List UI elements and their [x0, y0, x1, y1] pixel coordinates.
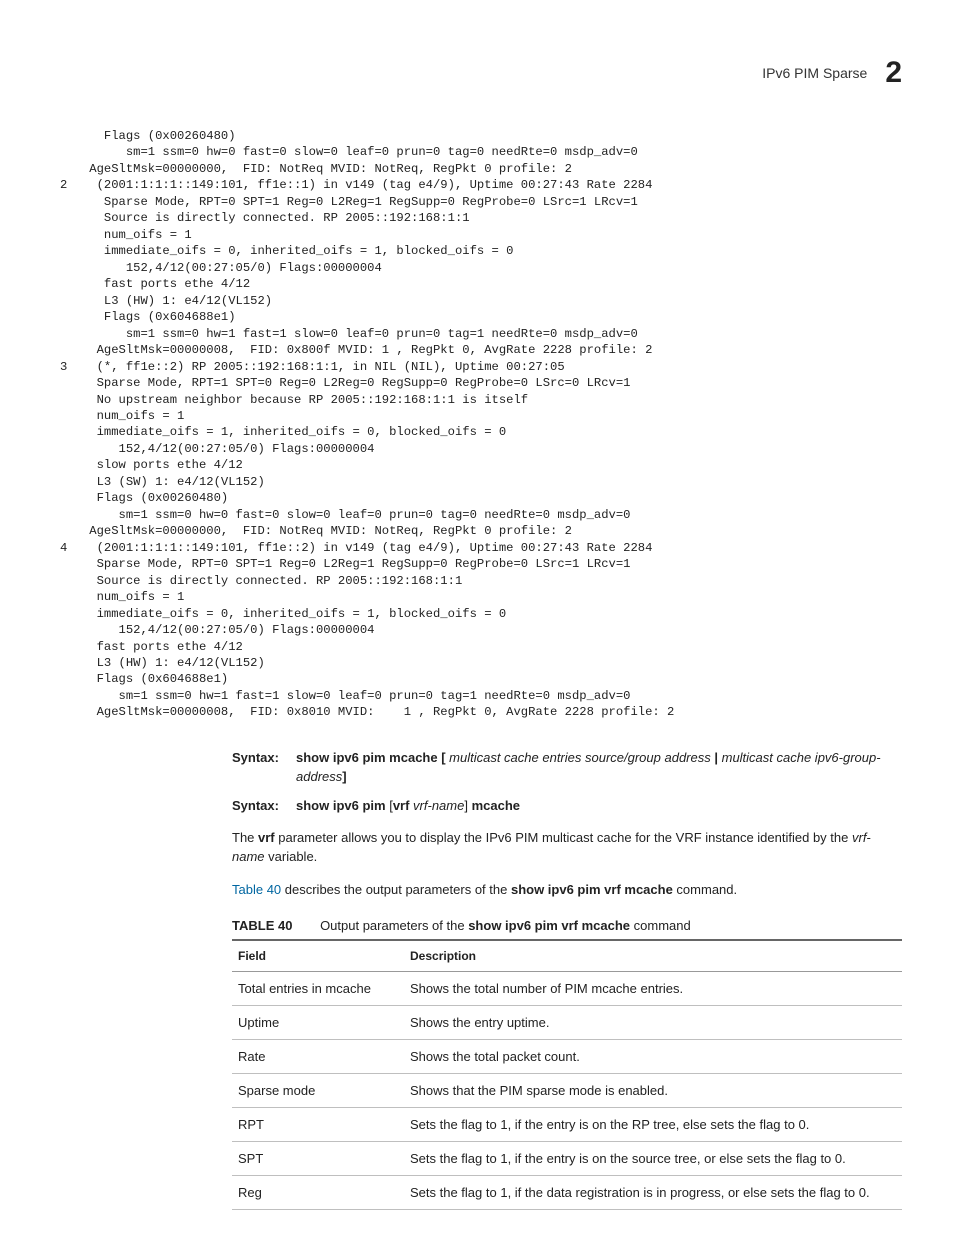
- syntax-sep: |: [711, 750, 722, 765]
- table-ref-link[interactable]: Table 40: [232, 882, 281, 897]
- table-row: Reg Sets the flag to 1, if the data regi…: [232, 1175, 902, 1209]
- syntax-label: Syntax:: [232, 749, 292, 787]
- col-field: Field: [232, 940, 404, 972]
- cell-field: RPT: [232, 1107, 404, 1141]
- cli-output: Flags (0x00260480) sm=1 ssm=0 hw=0 fast=…: [60, 128, 902, 721]
- cell-desc: Sets the flag to 1, if the entry is on t…: [404, 1141, 902, 1175]
- body-content: Syntax: show ipv6 pim mcache [ multicast…: [232, 749, 902, 1210]
- table-label: TABLE 40: [232, 918, 292, 933]
- syntax-line-1: Syntax: show ipv6 pim mcache [ multicast…: [232, 749, 902, 787]
- syntax-arg: multicast cache entries source/group add…: [449, 750, 711, 765]
- chapter-number: 2: [885, 56, 902, 90]
- syntax-cmd: show ipv6 pim mcache [: [296, 750, 449, 765]
- cell-desc: Shows the entry uptime.: [404, 1005, 902, 1039]
- text: describes the output parameters of the: [281, 882, 511, 897]
- table-row: RPT Sets the flag to 1, if the entry is …: [232, 1107, 902, 1141]
- syntax-cmd-post: mcache: [472, 798, 520, 813]
- cell-field: Total entries in mcache: [232, 971, 404, 1005]
- table-row: Sparse mode Shows that the PIM sparse mo…: [232, 1073, 902, 1107]
- syntax-cmd-post: ]: [342, 769, 346, 784]
- cell-field: Rate: [232, 1039, 404, 1073]
- cell-field: Uptime: [232, 1005, 404, 1039]
- cell-desc: Sets the flag to 1, if the data registra…: [404, 1175, 902, 1209]
- text: parameter allows you to display the IPv6…: [275, 830, 852, 845]
- syntax-body: show ipv6 pim [vrf vrf-name] mcache: [292, 797, 902, 816]
- output-params-table: Field Description Total entries in mcach…: [232, 939, 902, 1210]
- syntax-body: show ipv6 pim mcache [ multicast cache e…: [292, 749, 902, 787]
- text: The: [232, 830, 258, 845]
- caption-post: command: [630, 918, 691, 933]
- cell-desc: Shows the total number of PIM mcache ent…: [404, 971, 902, 1005]
- cell-field: SPT: [232, 1141, 404, 1175]
- caption-pre: Output parameters of the: [320, 918, 468, 933]
- cell-field: Reg: [232, 1175, 404, 1209]
- page: IPv6 PIM Sparse 2 Flags (0x00260480) sm=…: [0, 0, 954, 1250]
- vrf-keyword: vrf: [393, 798, 413, 813]
- cell-desc: Shows the total packet count.: [404, 1039, 902, 1073]
- table-row: Total entries in mcache Shows the total …: [232, 971, 902, 1005]
- table-caption: TABLE 40 Output parameters of the show i…: [232, 918, 902, 933]
- col-desc: Description: [404, 940, 902, 972]
- vrf-keyword: vrf: [258, 830, 275, 845]
- table-header-row: Field Description: [232, 940, 902, 972]
- command-name: show ipv6 pim vrf mcache: [468, 918, 630, 933]
- table-row: SPT Sets the flag to 1, if the entry is …: [232, 1141, 902, 1175]
- section-title: IPv6 PIM Sparse: [762, 65, 867, 81]
- table-row: Uptime Shows the entry uptime.: [232, 1005, 902, 1039]
- bracket: ]: [464, 798, 471, 813]
- vrf-paragraph: The vrf parameter allows you to display …: [232, 829, 902, 867]
- syntax-line-2: Syntax: show ipv6 pim [vrf vrf-name] mca…: [232, 797, 902, 816]
- running-header: IPv6 PIM Sparse 2: [60, 56, 902, 90]
- table-row: Rate Shows the total packet count.: [232, 1039, 902, 1073]
- command-name: show ipv6 pim vrf mcache: [511, 882, 673, 897]
- syntax-cmd: show ipv6 pim: [296, 798, 389, 813]
- vrf-arg: vrf-name: [413, 798, 464, 813]
- cell-desc: Shows that the PIM sparse mode is enable…: [404, 1073, 902, 1107]
- syntax-label: Syntax:: [232, 797, 292, 816]
- cell-field: Sparse mode: [232, 1073, 404, 1107]
- cell-desc: Sets the flag to 1, if the entry is on t…: [404, 1107, 902, 1141]
- table-reference-sentence: Table 40 describes the output parameters…: [232, 881, 902, 900]
- text: command.: [673, 882, 737, 897]
- text: variable.: [265, 849, 318, 864]
